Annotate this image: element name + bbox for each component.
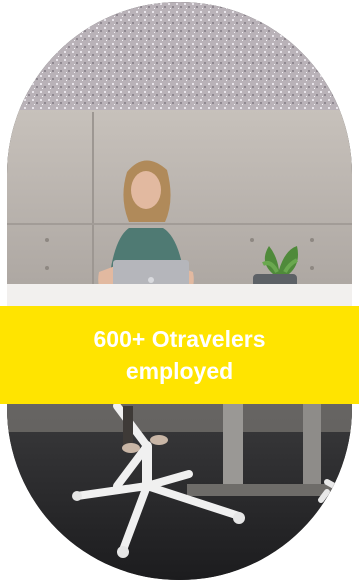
photo-capsule	[7, 2, 352, 580]
banner-text: 600+ Otravelers employed	[93, 326, 266, 384]
promo-card: 600+ Otravelers employed	[0, 0, 359, 583]
employee-count-banner: 600+ Otravelers employed	[0, 306, 359, 404]
sparkle-wall	[7, 2, 352, 112]
table-leg	[223, 404, 243, 492]
office-photo	[7, 2, 352, 580]
